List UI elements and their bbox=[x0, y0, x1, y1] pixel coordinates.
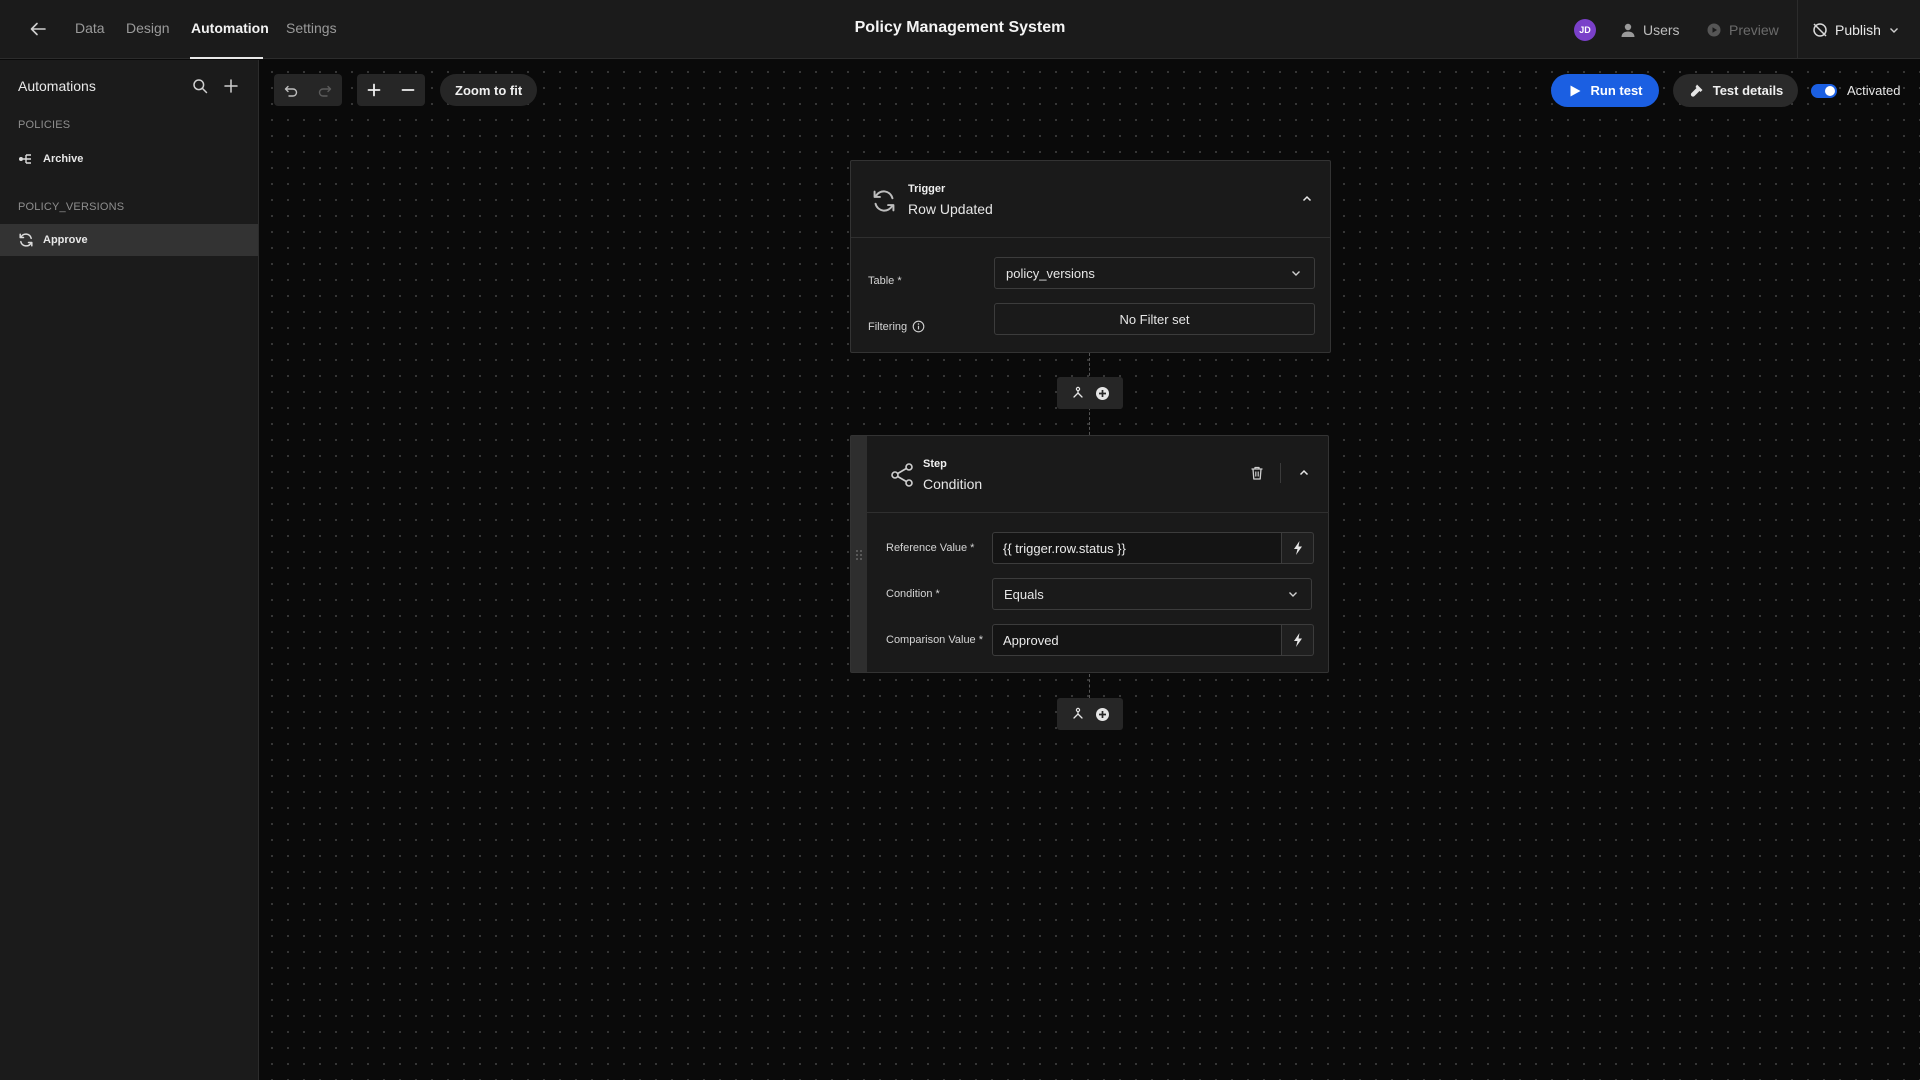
filter-button[interactable]: No Filter set bbox=[994, 303, 1315, 335]
trigger-card-header: Trigger Row Updated bbox=[851, 161, 1330, 238]
chevron-down-icon bbox=[1889, 28, 1898, 33]
activated-toggle[interactable] bbox=[1811, 84, 1837, 98]
top-bar: Data Design Automation Settings Policy M… bbox=[0, 0, 1920, 59]
play-icon bbox=[1570, 85, 1580, 96]
add-step-icon[interactable] bbox=[1095, 707, 1110, 722]
chevron-up-icon[interactable] bbox=[1292, 461, 1316, 485]
sidebar-item-approve[interactable]: Approve bbox=[0, 224, 258, 256]
play-circle-icon bbox=[1707, 23, 1721, 37]
avatar[interactable]: JD bbox=[1574, 19, 1596, 41]
preview-button[interactable]: Preview bbox=[1706, 19, 1779, 41]
reference-value-input[interactable]: {{ trigger.row.status }} bbox=[992, 532, 1282, 564]
run-test-label: Run test bbox=[1590, 83, 1643, 98]
sidebar-item-archive[interactable]: Archive bbox=[0, 143, 258, 175]
activated-label: Activated bbox=[1847, 83, 1901, 98]
sidebar-item-label: Archive bbox=[43, 153, 84, 165]
tab-automation[interactable]: Automation bbox=[191, 20, 269, 36]
zoom-in-icon[interactable] bbox=[357, 74, 391, 106]
redo-icon[interactable] bbox=[308, 74, 342, 106]
users-button[interactable]: Users bbox=[1620, 19, 1680, 41]
users-label: Users bbox=[1643, 22, 1680, 38]
condition-select-value: Equals bbox=[1004, 586, 1044, 602]
sidebar-item-label: Approve bbox=[43, 234, 88, 246]
back-arrow-icon[interactable] bbox=[26, 17, 50, 41]
publish-label: Publish bbox=[1835, 22, 1881, 38]
flask-icon bbox=[1690, 84, 1703, 97]
preview-label: Preview bbox=[1729, 22, 1779, 38]
condition-label: Condition * bbox=[886, 588, 940, 600]
flow-connector bbox=[1089, 674, 1090, 698]
table-select[interactable]: policy_versions bbox=[994, 257, 1315, 289]
divider bbox=[1797, 0, 1798, 59]
tab-settings[interactable]: Settings bbox=[286, 20, 337, 36]
reference-value-label: Reference Value * bbox=[886, 542, 975, 554]
delete-icon[interactable] bbox=[1245, 461, 1269, 485]
branch-icon[interactable] bbox=[1071, 707, 1085, 721]
card-name: Condition bbox=[923, 476, 983, 492]
automation-canvas[interactable]: Zoom to fit Run test Test details Activa… bbox=[260, 60, 1920, 1080]
step-card-header: Step Condition bbox=[867, 436, 1329, 513]
card-name: Row Updated bbox=[908, 201, 993, 217]
chevron-down-icon bbox=[1289, 592, 1297, 597]
refresh-icon bbox=[870, 187, 898, 215]
add-step-controls bbox=[1057, 377, 1123, 409]
zoom-controls bbox=[357, 74, 425, 106]
condition-step-card[interactable]: Step Condition Reference Value * {{ trig… bbox=[850, 435, 1329, 673]
comparison-value-input[interactable]: Approved bbox=[992, 624, 1282, 656]
tab-design[interactable]: Design bbox=[126, 20, 170, 36]
zoom-out-icon[interactable] bbox=[391, 74, 425, 106]
condition-select[interactable]: Equals bbox=[992, 578, 1312, 610]
branch-icon bbox=[19, 154, 31, 164]
chevron-up-icon[interactable] bbox=[1295, 187, 1319, 211]
table-select-value: policy_versions bbox=[1006, 265, 1095, 281]
publish-button[interactable]: Publish bbox=[1812, 19, 1900, 41]
search-icon[interactable] bbox=[189, 75, 211, 97]
active-tab-indicator bbox=[190, 57, 263, 59]
undo-icon[interactable] bbox=[274, 74, 308, 106]
comparison-value-label: Comparison Value * bbox=[886, 634, 984, 646]
history-controls bbox=[274, 74, 342, 106]
chevron-down-icon bbox=[1292, 271, 1300, 276]
lightning-bolt-icon[interactable] bbox=[1282, 624, 1314, 656]
grip-icon bbox=[856, 550, 862, 560]
zoom-to-fit-button[interactable]: Zoom to fit bbox=[440, 74, 538, 106]
trigger-card[interactable]: Trigger Row Updated Table * policy_versi… bbox=[850, 160, 1331, 353]
filtering-label-group: Filtering bbox=[868, 320, 925, 333]
run-test-button[interactable]: Run test bbox=[1551, 74, 1659, 107]
sidebar-section-title: POLICY_VERSIONS bbox=[18, 201, 125, 213]
test-details-label: Test details bbox=[1712, 83, 1784, 98]
add-step-icon[interactable] bbox=[1095, 386, 1110, 401]
publish-off-icon bbox=[1813, 23, 1827, 37]
card-type-label: Step bbox=[923, 458, 947, 470]
filtering-label: Filtering bbox=[868, 320, 908, 333]
info-icon[interactable] bbox=[912, 320, 925, 333]
test-details-button[interactable]: Test details bbox=[1673, 74, 1798, 107]
header-divider bbox=[1280, 463, 1281, 483]
card-type-label: Trigger bbox=[908, 183, 946, 195]
tab-data[interactable]: Data bbox=[75, 20, 105, 36]
share-icon bbox=[887, 460, 917, 490]
table-label: Table * bbox=[868, 275, 902, 287]
user-icon bbox=[1621, 23, 1635, 37]
automation-editor: Data Design Automation Settings Policy M… bbox=[0, 0, 1920, 1080]
add-step-controls bbox=[1057, 698, 1123, 730]
add-automation-icon[interactable] bbox=[220, 75, 242, 97]
sidebar: Automations POLICIES Archive POLICY_VERS… bbox=[0, 60, 259, 1080]
refresh-icon bbox=[19, 233, 33, 247]
lightning-bolt-icon[interactable] bbox=[1282, 532, 1314, 564]
sidebar-section-title: POLICIES bbox=[18, 119, 71, 131]
branch-icon[interactable] bbox=[1071, 386, 1085, 400]
sidebar-title: Automations bbox=[18, 78, 96, 94]
